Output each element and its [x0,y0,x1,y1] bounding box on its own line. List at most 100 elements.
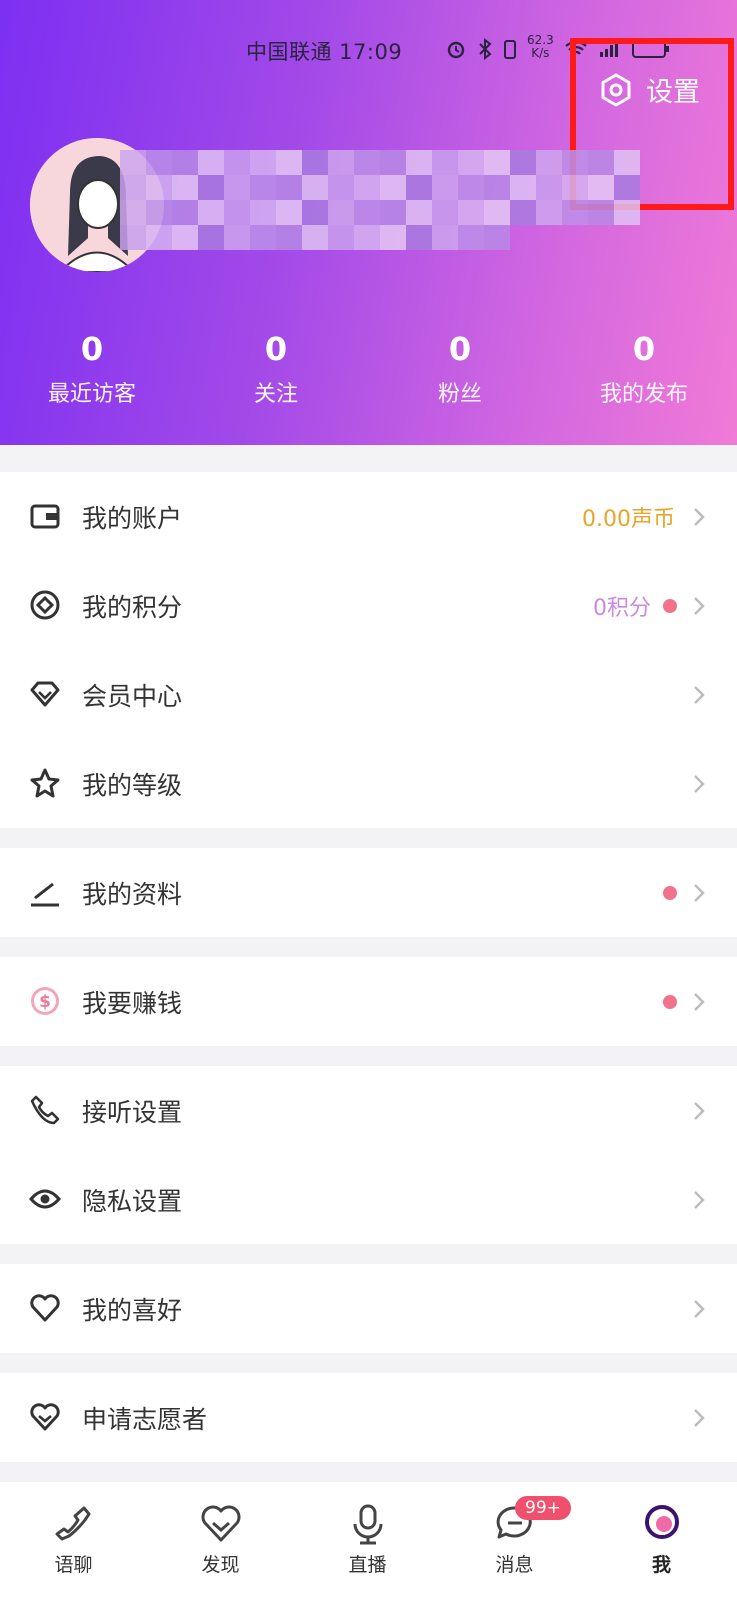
menu-item-preferences[interactable]: 我的喜好 [0,1264,737,1353]
menu-item-level[interactable]: 我的等级 [0,739,737,828]
menu-item-account[interactable]: 我的账户 0.00声币 [0,472,737,561]
net-speed-unit: K/s [531,46,550,60]
menu-label: 我的等级 [82,770,183,800]
menu-label: 会员中心 [82,681,183,711]
mosaic-cell [562,225,588,250]
mosaic-cell [458,225,484,250]
mosaic-cell [484,200,510,225]
points-icon [30,590,60,620]
tab-live[interactable]: 直播 [294,1482,441,1600]
tab-label: 消息 [495,1554,534,1576]
mosaic-cell [354,175,380,200]
menu-item-call-settings[interactable]: 接听设置 [0,1066,737,1155]
mosaic-cell [172,200,198,225]
profile-icon [644,1505,679,1539]
mosaic-cell [328,175,354,200]
mosaic-cell [146,175,172,200]
stats-row: 0 最近访客 0 关注 0 粉丝 0 我的发布 [0,330,737,408]
menu-group-preferences: 我的喜好 [0,1264,737,1353]
stat-label: 我的发布 [599,382,688,407]
mosaic-cell [406,150,432,175]
star-icon [30,768,60,798]
mosaic-cell [380,175,406,200]
mosaic-cell [458,175,484,200]
menu-label: 我的积分 [82,592,183,622]
mosaic-cell [484,225,510,250]
mosaic-cell [224,150,250,175]
phone-icon [55,1506,90,1541]
tab-discover[interactable]: 发现 [147,1482,294,1600]
chevron-right-icon [694,883,705,902]
chevron-right-icon [694,992,705,1011]
tab-label: 语聊 [54,1554,93,1576]
chevron-right-icon [694,507,705,526]
mosaic-cell [120,150,146,175]
mosaic-cell [198,175,224,200]
stat-label: 最近访客 [47,382,136,407]
menu-label: 申请志愿者 [82,1404,208,1434]
mosaic-cell [614,150,640,175]
stat-fans[interactable]: 0 粉丝 [368,330,552,408]
mosaic-cell [224,200,250,225]
mosaic-cell [536,150,562,175]
mosaic-cell [406,175,432,200]
tab-label: 我 [651,1554,671,1576]
menu-group-wallet: 我的账户 0.00声币 我的积分 0积分 会员中心 我的等级 [0,472,737,828]
mosaic-cell [406,200,432,225]
menu-group-profile: 我的资料 [0,848,737,937]
mosaic-cell [250,200,276,225]
menu-item-vip[interactable]: 会员中心 [0,650,737,739]
stat-recent-visitors[interactable]: 0 最近访客 [0,330,184,408]
menu-item-profile[interactable]: 我的资料 [0,848,737,937]
mosaic-cell [224,175,250,200]
mosaic-cell [562,150,588,175]
mosaic-cell [510,175,536,200]
tab-voice-chat[interactable]: 语聊 [0,1482,147,1600]
mosaic-cell [354,225,380,250]
tab-me[interactable]: 我 [588,1482,735,1600]
mosaic-cell [588,225,614,250]
net-speed: 62.3 K/s [527,34,554,60]
stat-following[interactable]: 0 关注 [184,330,368,408]
phone-icon [30,1095,60,1125]
menu-label: 我的账户 [82,503,183,533]
mosaic-cell [172,225,198,250]
unread-badge: 99+ [515,1496,571,1520]
account-balance: 0.00声币 [582,506,675,532]
mosaic-cell [510,225,536,250]
mosaic-cell [276,150,302,175]
mosaic-cell [614,175,640,200]
chevron-right-icon [694,1408,705,1427]
tab-messages[interactable]: 消息 99+ [441,1482,588,1600]
notification-dot [663,994,677,1009]
mosaic-cell [198,150,224,175]
mosaic-cell [562,200,588,225]
mosaic-cell [328,225,354,250]
mosaic-cell [302,200,328,225]
notification-dot [663,885,677,900]
heart-icon [30,1294,60,1322]
heart-icon [201,1505,240,1542]
menu-item-privacy[interactable]: 隐私设置 [0,1155,737,1244]
edit-icon [31,882,59,907]
alarm-icon [447,41,465,59]
menu-item-points[interactable]: 我的积分 0积分 [0,561,737,650]
stat-value: 0 [448,330,472,368]
stat-my-posts[interactable]: 0 我的发布 [552,330,736,408]
mosaic-cell [588,175,614,200]
chevron-right-icon [694,1101,705,1120]
menu-label: 我的喜好 [82,1295,183,1325]
mosaic-cell [328,200,354,225]
menu-item-earn[interactable]: $ 我要赚钱 [0,957,737,1046]
notification-dot [663,598,677,613]
microphone-icon [353,1504,382,1545]
mosaic-cell [562,175,588,200]
mosaic-cell [302,225,328,250]
menu-group-earn: $ 我要赚钱 [0,957,737,1046]
mosaic-cell [276,200,302,225]
chevron-right-icon [694,1190,705,1209]
menu-label: 我的资料 [82,879,183,909]
menu-item-volunteer[interactable]: 申请志愿者 [0,1373,737,1462]
mosaic-cell [380,200,406,225]
mosaic-cell [120,225,146,250]
